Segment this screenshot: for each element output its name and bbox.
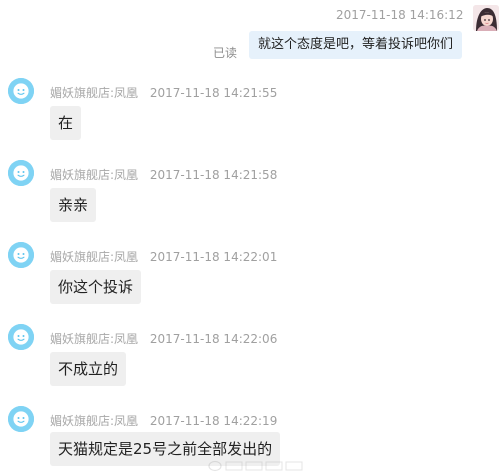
message-meta: 媚妖旗舰店:凤凰 2017-11-18 14:22:01 xyxy=(50,248,277,265)
customer-service-avatar-icon xyxy=(8,78,34,104)
customer-service-avatar-icon xyxy=(8,406,34,432)
agent-avatar[interactable] xyxy=(8,78,34,104)
agent-message-bubble[interactable]: 不成立的 xyxy=(50,352,127,386)
agent-avatar[interactable] xyxy=(8,406,34,432)
sender-name: 媚妖旗舰店:凤凰 xyxy=(50,168,139,182)
customer-service-avatar-icon xyxy=(8,242,34,268)
customer-service-avatar-icon xyxy=(8,324,34,350)
agent-avatar[interactable] xyxy=(8,242,34,268)
message-timestamp: 2017-11-18 14:22:19 xyxy=(149,414,278,428)
watermark-logo xyxy=(208,460,303,472)
message-meta: 媚妖旗舰店:凤凰 2017-11-18 14:22:06 xyxy=(50,330,277,347)
agent-message-bubble[interactable]: 你这个投诉 xyxy=(50,270,142,304)
agent-avatar[interactable] xyxy=(8,324,34,350)
sender-name: 媚妖旗舰店:凤凰 xyxy=(50,86,139,100)
message-meta: 媚妖旗舰店:凤凰 2017-11-18 14:21:55 xyxy=(50,84,277,101)
self-avatar[interactable] xyxy=(473,5,499,31)
message-timestamp: 2017-11-18 14:22:01 xyxy=(149,250,278,264)
message-timestamp: 2017-11-18 14:21:58 xyxy=(149,168,278,182)
self-message-timestamp: 2017-11-18 14:16:12 xyxy=(336,8,464,22)
chat-window: 2017-11-18 14:16:12 已读 就这个态度是吧，等着投诉吧你们 媚… xyxy=(0,0,500,472)
customer-service-avatar-icon xyxy=(8,160,34,186)
agent-message-bubble[interactable]: 亲亲 xyxy=(50,188,97,222)
agent-message-bubble[interactable]: 在 xyxy=(50,106,82,140)
user-avatar-icon xyxy=(473,5,499,31)
message-meta: 媚妖旗舰店:凤凰 2017-11-18 14:22:19 xyxy=(50,412,277,429)
agent-avatar[interactable] xyxy=(8,160,34,186)
self-message-bubble[interactable]: 就这个态度是吧，等着投诉吧你们 xyxy=(249,31,463,59)
message-timestamp: 2017-11-18 14:22:06 xyxy=(149,332,278,346)
read-status: 已读 xyxy=(213,46,238,60)
sender-name: 媚妖旗舰店:凤凰 xyxy=(50,332,139,346)
message-timestamp: 2017-11-18 14:21:55 xyxy=(149,86,278,100)
sender-name: 媚妖旗舰店:凤凰 xyxy=(50,250,139,264)
message-meta: 媚妖旗舰店:凤凰 2017-11-18 14:21:58 xyxy=(50,166,277,183)
sender-name: 媚妖旗舰店:凤凰 xyxy=(50,414,139,428)
